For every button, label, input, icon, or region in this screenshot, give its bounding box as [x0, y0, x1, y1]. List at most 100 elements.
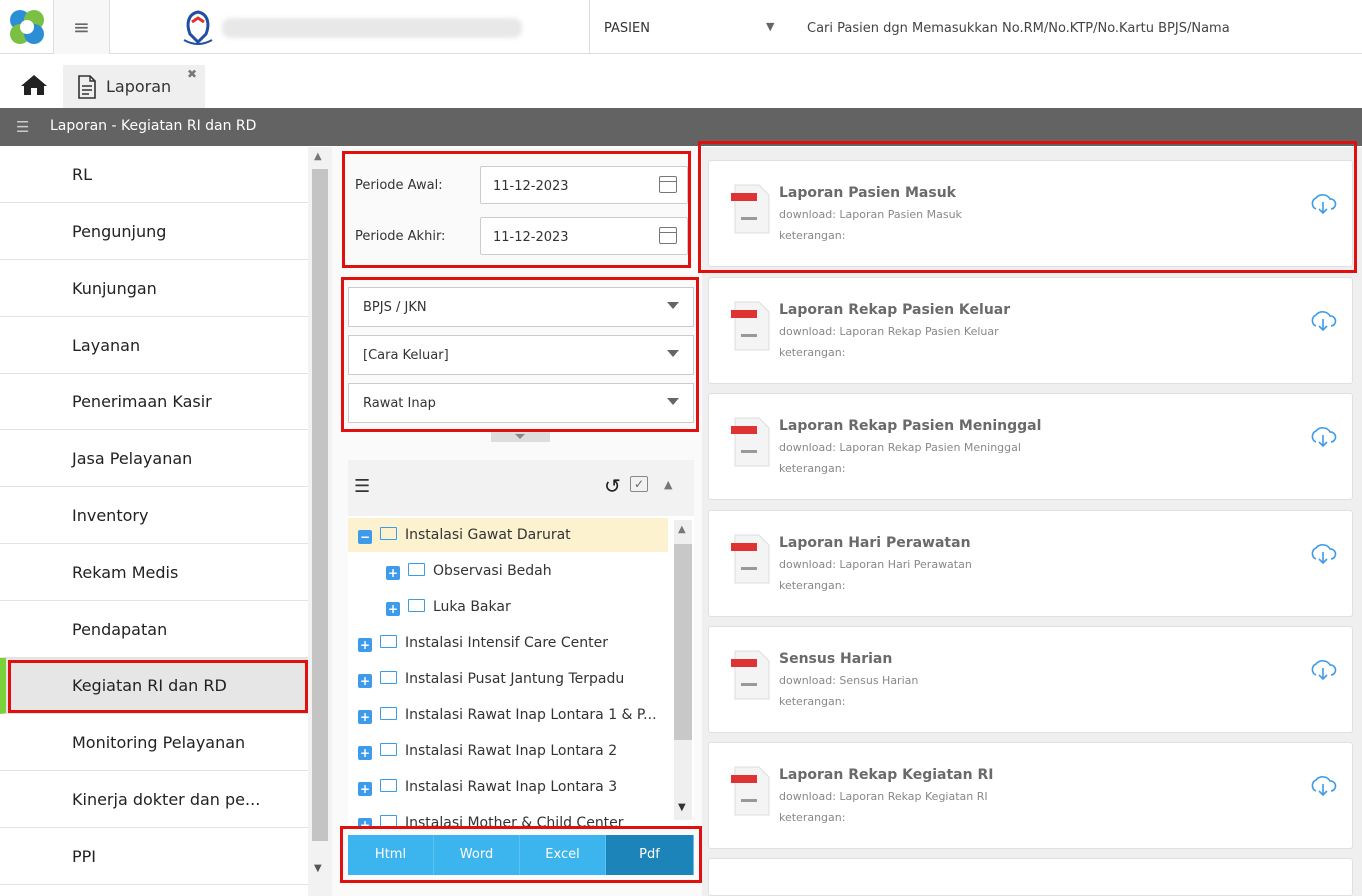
- report-keterangan: keterangan:: [779, 229, 846, 242]
- sidebar-item-ppi[interactable]: PPI: [0, 829, 308, 885]
- chevron-down-icon: [667, 398, 679, 405]
- sidebar-item-pengunjung[interactable]: Pengunjung: [0, 204, 308, 260]
- calendar-icon[interactable]: [659, 227, 677, 244]
- chevron-up-icon[interactable]: ▲: [664, 478, 672, 491]
- export-word-button[interactable]: Word: [434, 835, 520, 875]
- report-download-text: download: Laporan Rekap Pasien Keluar: [779, 325, 999, 338]
- report-card[interactable]: Laporan Hari Perawatan download: Laporan…: [708, 510, 1353, 617]
- sidebar-item-pendapatan[interactable]: Pendapatan: [0, 602, 308, 658]
- scroll-up-icon[interactable]: ▲: [314, 151, 322, 162]
- expand-icon[interactable]: +: [358, 818, 372, 827]
- tab-laporan[interactable]: Laporan ✖: [63, 65, 205, 109]
- sidebar-item-kinerja-dokter[interactable]: Kinerja dokter dan pe...: [0, 772, 308, 828]
- report-file-icon: [731, 301, 770, 351]
- sidebar-item-layanan[interactable]: Layanan: [0, 318, 308, 374]
- patient-type-select[interactable]: PASIEN: [604, 21, 650, 36]
- close-icon[interactable]: ✖: [187, 67, 197, 81]
- report-card[interactable]: Sensus Harian download: Sensus Harian ke…: [708, 626, 1353, 733]
- sidebar-item-jasa-pelayanan[interactable]: Jasa Pelayanan: [0, 431, 308, 487]
- expand-icon[interactable]: +: [358, 746, 372, 760]
- report-title: Laporan Hari Perawatan: [779, 535, 971, 551]
- chevron-down-icon[interactable]: ▼: [766, 20, 774, 33]
- report-card[interactable]: Laporan Rekap Pasien Keluar download: La…: [708, 277, 1353, 384]
- tree-node-label: Instalasi Rawat Inap Lontara 3: [405, 779, 618, 795]
- page-header: ☰ Laporan - Kegiatan RI dan RD: [0, 108, 1362, 146]
- cloud-download-icon[interactable]: [1309, 659, 1337, 681]
- export-button-group: Html Word Excel Pdf: [348, 835, 694, 875]
- calendar-icon[interactable]: [659, 176, 677, 193]
- export-pdf-button[interactable]: Pdf: [606, 835, 694, 875]
- report-keterangan: keterangan:: [779, 811, 846, 824]
- expand-icon[interactable]: +: [386, 566, 400, 580]
- penjamin-select[interactable]: BPJS / JKN: [348, 287, 694, 327]
- reset-icon[interactable]: ↺: [604, 474, 621, 498]
- tree-node[interactable]: + Instalasi Rawat Inap Lontara 3: [358, 779, 617, 796]
- app-logo-icon: [10, 10, 44, 44]
- sidebar-item-rekam-medis[interactable]: Rekam Medis: [0, 545, 308, 601]
- chevron-down-icon: [667, 302, 679, 309]
- cloud-download-icon[interactable]: [1309, 543, 1337, 565]
- cloud-download-icon[interactable]: [1309, 775, 1337, 797]
- cara-keluar-value: [Cara Keluar]: [363, 348, 449, 363]
- expand-icon[interactable]: +: [358, 710, 372, 724]
- cara-keluar-select[interactable]: [Cara Keluar]: [348, 335, 694, 375]
- tree-node[interactable]: + Luka Bakar: [386, 599, 511, 616]
- report-download-text: download: Laporan Rekap Kegiatan RI: [779, 790, 988, 803]
- sidebar-item-monitoring-pelayanan[interactable]: Monitoring Pelayanan: [0, 715, 308, 771]
- cloud-download-icon[interactable]: [1309, 310, 1337, 332]
- sidebar-item-kunjungan[interactable]: Kunjungan: [0, 261, 308, 317]
- sidebar-item-kegiatan-ri-rd[interactable]: Kegiatan RI dan RD: [0, 658, 308, 714]
- jenis-rawat-select[interactable]: Rawat Inap: [348, 383, 694, 423]
- report-card[interactable]: [708, 858, 1353, 896]
- report-keterangan: keterangan:: [779, 579, 846, 592]
- hospital-name-blurred: [222, 18, 522, 38]
- periode-akhir-input[interactable]: 11-12-2023: [480, 217, 688, 255]
- penjamin-value: BPJS / JKN: [363, 300, 427, 315]
- tree-node[interactable]: + Instalasi Mother & Child Center: [358, 815, 624, 827]
- patient-search-input[interactable]: Cari Pasien dgn Memasukkan No.RM/No.KTP/…: [807, 21, 1230, 36]
- report-card[interactable]: Laporan Rekap Pasien Meninggal download:…: [708, 393, 1353, 500]
- report-title: Sensus Harian: [779, 651, 893, 667]
- scrollbar-thumb[interactable]: [674, 544, 692, 740]
- export-html-button[interactable]: Html: [348, 835, 434, 875]
- list-icon[interactable]: ☰: [354, 476, 370, 497]
- sidebar-item-rl[interactable]: RL: [0, 147, 308, 203]
- scrollbar-thumb[interactable]: [312, 169, 328, 841]
- report-card[interactable]: Laporan Pasien Masuk download: Laporan P…: [708, 160, 1353, 267]
- report-download-text: download: Sensus Harian: [779, 674, 919, 687]
- home-icon[interactable]: [20, 74, 48, 102]
- check-all-icon[interactable]: ✓: [630, 476, 648, 492]
- report-file-icon: [731, 417, 770, 467]
- scroll-up-icon[interactable]: ▲: [678, 524, 686, 535]
- export-excel-button[interactable]: Excel: [520, 835, 606, 875]
- sidebar-scrollbar[interactable]: ▲ ▼: [308, 147, 332, 896]
- chevron-down-icon: [667, 350, 679, 357]
- collapse-icon[interactable]: −: [358, 530, 372, 544]
- report-card[interactable]: Laporan Rekap Kegiatan RI download: Lapo…: [708, 742, 1353, 849]
- scroll-down-icon[interactable]: ▼: [314, 863, 322, 874]
- tree-node[interactable]: + Instalasi Pusat Jantung Terpadu: [358, 671, 624, 688]
- expand-icon[interactable]: +: [386, 602, 400, 616]
- tree-node[interactable]: + Instalasi Intensif Care Center: [358, 635, 608, 652]
- tree-node-label: Instalasi Mother & Child Center: [405, 815, 624, 827]
- cloud-download-icon[interactable]: [1309, 426, 1337, 448]
- scroll-down-icon[interactable]: ▼: [678, 802, 686, 813]
- tree-node[interactable]: + Instalasi Rawat Inap Lontara 2: [358, 743, 617, 760]
- list-icon[interactable]: ☰: [16, 118, 29, 136]
- tree-node[interactable]: + Observasi Bedah: [386, 563, 552, 580]
- app-logo[interactable]: [0, 0, 54, 54]
- expand-icon[interactable]: +: [358, 674, 372, 688]
- periode-awal-input[interactable]: 11-12-2023: [480, 166, 688, 204]
- expand-icon[interactable]: +: [358, 782, 372, 796]
- periode-akhir-label: Periode Akhir:: [355, 229, 446, 244]
- tree-scrollbar[interactable]: ▲ ▼: [674, 520, 692, 820]
- sidebar-item-inventory[interactable]: Inventory: [0, 488, 308, 544]
- tree-node[interactable]: − Instalasi Gawat Darurat: [358, 527, 571, 544]
- top-bar: ≡ PASIEN ▼ Cari Pasien dgn Memasukkan No…: [0, 0, 1362, 54]
- collapse-handle[interactable]: [491, 432, 550, 442]
- tree-node[interactable]: + Instalasi Rawat Inap Lontara 1 & P...: [358, 707, 657, 724]
- sidebar-item-penerimaan-kasir[interactable]: Penerimaan Kasir: [0, 374, 308, 430]
- menu-toggle-button[interactable]: ≡: [54, 0, 110, 54]
- expand-icon[interactable]: +: [358, 638, 372, 652]
- cloud-download-icon[interactable]: [1309, 193, 1337, 215]
